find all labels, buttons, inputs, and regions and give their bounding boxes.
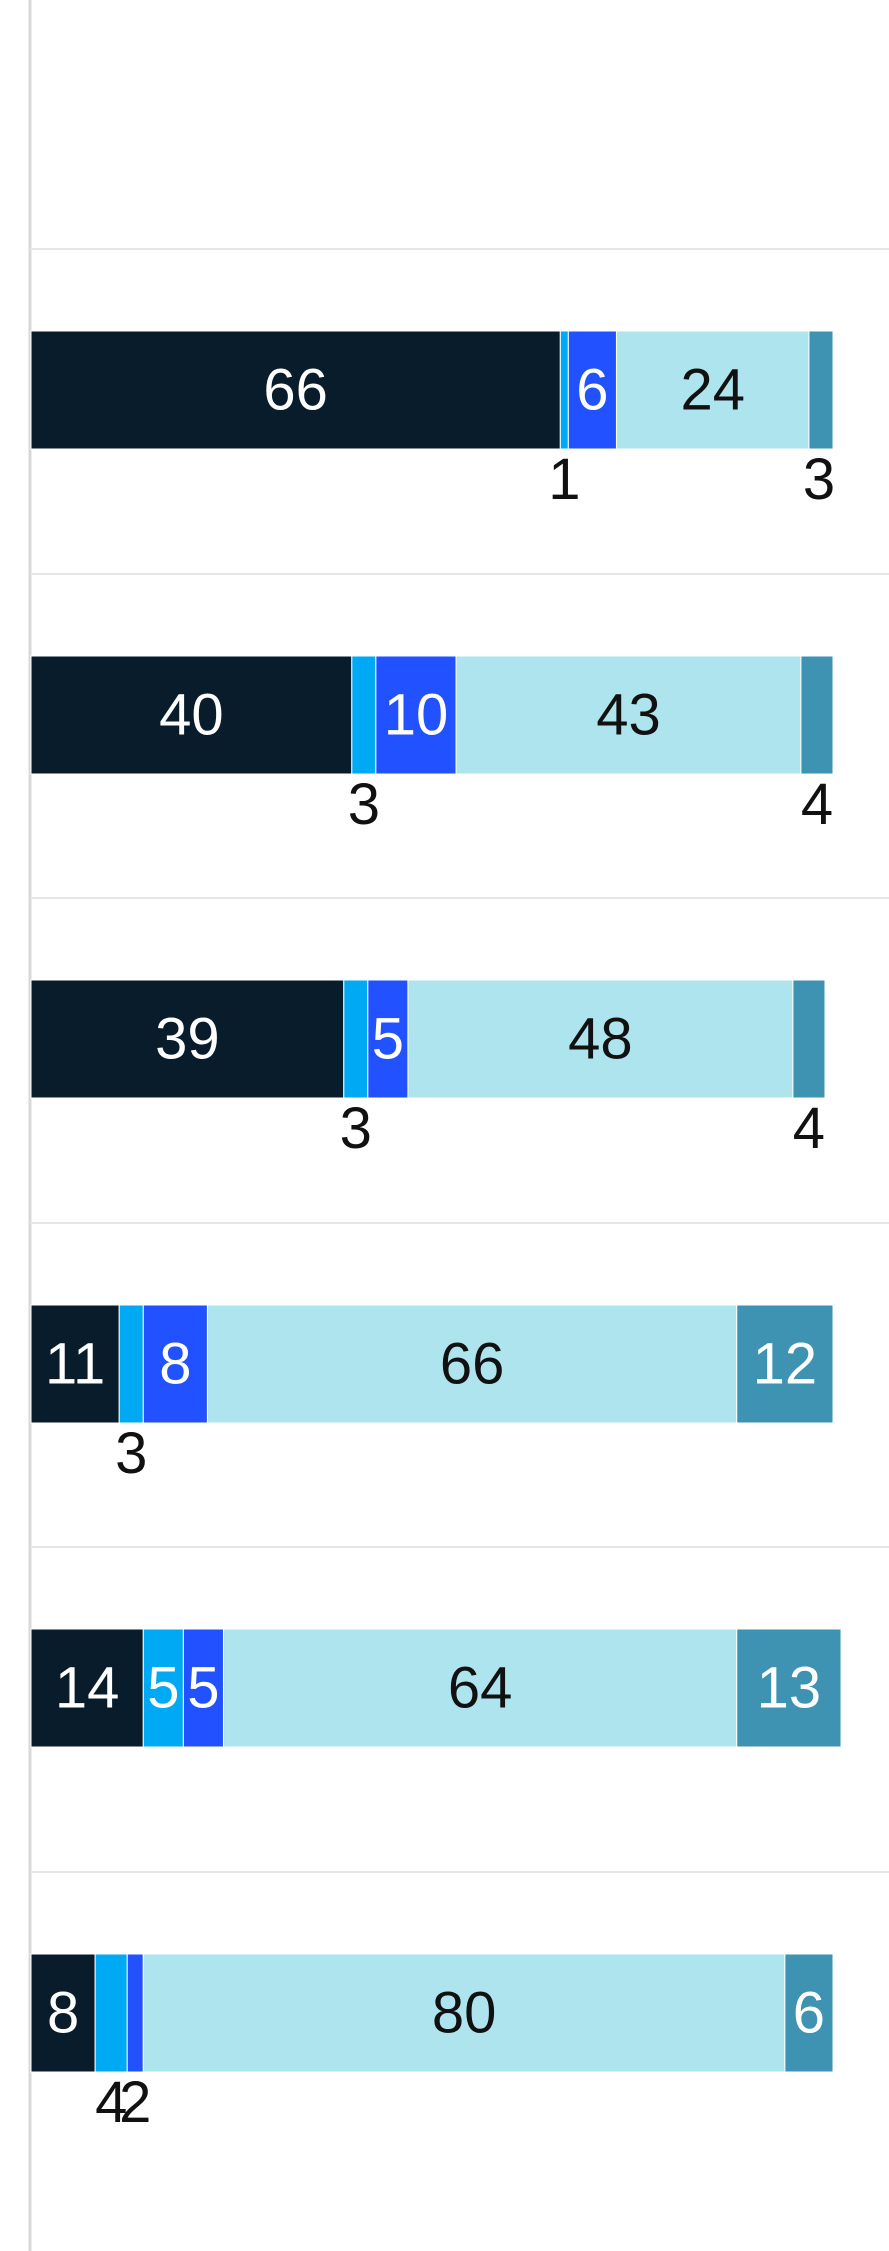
bar-value-label: 5 [187,1655,219,1720]
bar-outside-label: 3 [115,1421,147,1486]
bar-value-label: 24 [680,357,745,422]
bar-value-label: 48 [568,1006,633,1071]
bar-segment [792,979,826,1099]
bar-segment [559,330,569,450]
bar-segment [118,1304,144,1424]
bar-value-label: 6 [793,1980,825,2045]
bar-outside-label: 1 [548,447,580,512]
bar-value-label: 39 [155,1006,220,1071]
bar-outside-label: 4 [801,772,833,837]
bar-segment [351,655,377,775]
bar-value-label: 11 [45,1331,105,1396]
bar-row: 14 5 5 64 13 [30,1628,842,1748]
bar-outside-label: 3 [348,772,380,837]
bar-segment [808,330,834,450]
bar-value-label: 64 [448,1655,513,1720]
bar-outside-label: 3 [803,447,835,512]
bar-segment [94,1953,128,2073]
bar-value-label: 5 [147,1655,179,1720]
chart-svg: 6616 24340310 4343935 4841138 66 1214 5 5 64 1384… [0,0,889,2251]
bar-value-label: 66 [263,357,328,422]
bar-value-label: 8 [47,1980,79,2045]
bar-value-label: 43 [596,682,661,747]
bar-value-label: 14 [55,1655,120,1720]
bar-value-label: 40 [159,682,224,747]
bar-value-label: 6 [576,357,608,422]
bar-value-label: 10 [384,682,449,747]
bar-value-label: 66 [440,1331,505,1396]
bar-outside-label: 3 [340,1096,372,1161]
bar-segment [343,979,369,1099]
bar-value-label: 80 [432,1980,497,2045]
bar-segment [800,655,834,775]
bar-outside-label: 4 [793,1096,825,1161]
bar-value-label: 8 [159,1331,191,1396]
bar-value-label: 13 [757,1655,822,1720]
bar-outside-label: 2 [119,2070,151,2135]
bar-value-label: 12 [753,1331,818,1396]
bar-value-label: 5 [372,1006,404,1071]
stacked-bar-chart: 66 1 6 24 3 40 3 10 43 4 39 3 5 48 4 11 3 8 66 12 14 5 5 64 13 8 4… [0,0,889,2251]
bar-segment [126,1953,144,2073]
